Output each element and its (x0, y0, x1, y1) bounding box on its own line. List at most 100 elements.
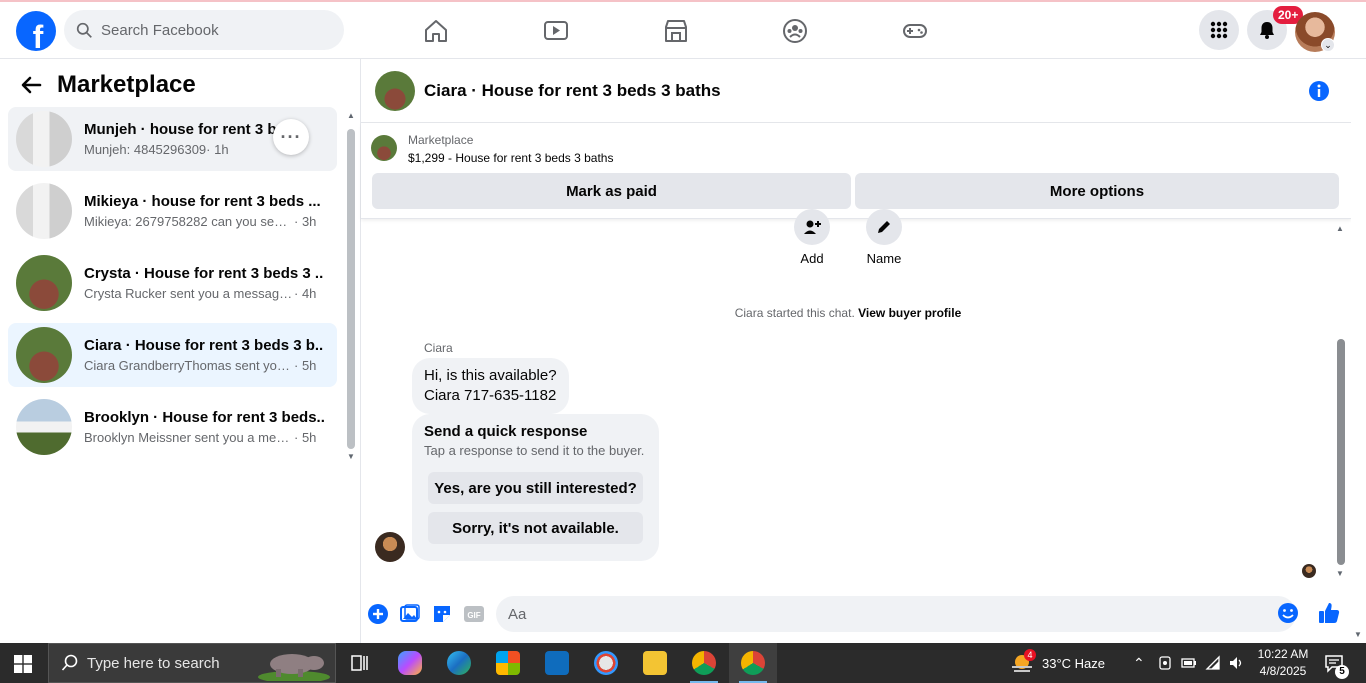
conversation-item-brooklyn[interactable]: Brooklyn · House for rent 3 beds... Broo… (8, 395, 337, 459)
notification-count-badge: 5 (1335, 665, 1349, 679)
home-icon[interactable] (419, 14, 453, 48)
outlook-app[interactable] (533, 643, 581, 683)
conversation-time: · 5h (294, 358, 317, 373)
more-options-button[interactable]: More options (855, 173, 1339, 209)
message-input[interactable] (496, 596, 1296, 632)
back-arrow-icon[interactable] (20, 74, 42, 96)
hippo-illustration-icon (258, 654, 330, 681)
chrome-app[interactable] (680, 643, 728, 683)
scroll-up-arrow[interactable]: ▲ (347, 111, 355, 120)
listing-price-title[interactable]: $1,299 - House for rent 3 beds 3 baths (408, 151, 613, 165)
task-view-icon (351, 655, 368, 671)
listing-category: Marketplace (408, 133, 474, 147)
groups-icon[interactable] (778, 14, 812, 48)
listing-thumbnail (16, 255, 72, 311)
photo-icon[interactable] (399, 603, 421, 625)
listing-thumbnail (16, 111, 72, 167)
top-navigation-bar: f Search Facebook 20+ ⌄ (0, 0, 1366, 59)
page-scrollbar[interactable] (1351, 59, 1366, 643)
listing-thumbnail[interactable] (371, 135, 397, 161)
conversation-title: Ciara · House for rent 3 beds 3 b... (84, 337, 324, 354)
task-view-button[interactable] (336, 643, 384, 683)
plus-circle-icon[interactable] (367, 603, 389, 625)
emoji-icon[interactable] (1277, 602, 1299, 624)
edge-app[interactable] (435, 643, 483, 683)
chevron-up-icon[interactable]: ⌃ (1133, 643, 1145, 683)
search-icon (61, 654, 78, 671)
add-person-icon (804, 220, 821, 234)
name-label: Name (866, 251, 902, 266)
copilot-app[interactable] (386, 643, 434, 683)
gif-icon[interactable]: GIF (463, 603, 485, 625)
video-icon[interactable] (539, 14, 573, 48)
search-icon (76, 22, 92, 38)
chrome-icon (741, 651, 765, 675)
chat-header: Ciara · House for rent 3 beds 3 baths (361, 59, 1351, 123)
conversation-title: Mikieya · house for rent 3 beds ... (84, 193, 321, 210)
conversation-preview: Mikieya: 2679758282 can you send ... (84, 214, 294, 229)
conversation-item-ciara[interactable]: Ciara · House for rent 3 beds 3 b... Cia… (8, 323, 337, 387)
conversation-item-mikieya[interactable]: Mikieya · house for rent 3 beds ... Miki… (8, 179, 337, 243)
scroll-up-arrow[interactable]: ▲ (1336, 224, 1344, 233)
chrome-profile-app[interactable] (729, 643, 777, 683)
menu-grid-button[interactable] (1199, 10, 1239, 50)
sender-avatar[interactable] (375, 532, 405, 562)
mark-as-paid-button[interactable]: Mark as paid (372, 173, 851, 209)
chrome-icon (692, 651, 716, 675)
conversation-item-munjeh[interactable]: Munjeh · house for rent 3 be Munjeh: 484… (8, 107, 337, 171)
clock-date: 4/8/2025 (1259, 664, 1307, 678)
name-action[interactable]: Name (854, 209, 914, 266)
chat-scrollbar[interactable] (1337, 339, 1345, 565)
menu-grid-icon (1210, 21, 1228, 39)
conversation-time: · 3h (294, 214, 317, 229)
search-bar[interactable]: Search Facebook (64, 10, 344, 50)
chat-started-notice: Ciara started this chat. View buyer prof… (361, 306, 1335, 320)
gaming-icon[interactable] (898, 14, 932, 48)
chevron-down-icon[interactable]: ⌄ (1321, 38, 1335, 52)
listing-thumbnail (16, 399, 72, 455)
sticker-icon[interactable] (431, 603, 453, 625)
chat-title[interactable]: Ciara · House for rent 3 beds 3 baths (424, 81, 721, 101)
paint-app[interactable] (582, 643, 630, 683)
quick-response-no-button[interactable]: Sorry, it's not available. (428, 512, 643, 544)
clock-time: 10:22 AM (1257, 647, 1309, 661)
windows-start-icon[interactable] (14, 655, 32, 673)
weather-text[interactable]: 33°C Haze (1042, 643, 1105, 683)
conversation-title: Brooklyn · House for rent 3 beds... (84, 409, 324, 426)
conversation-item-crysta[interactable]: Crysta · House for rent 3 beds 3 ... Cry… (8, 251, 337, 315)
volume-icon[interactable] (1228, 655, 1244, 671)
marketplace-icon[interactable] (659, 14, 693, 48)
message-line: Hi, is this available? (424, 367, 557, 384)
taskbar-clock[interactable]: 10:22 AM 4/8/2025 (1255, 646, 1311, 680)
quick-response-yes-button[interactable]: Yes, are you still interested? (428, 472, 643, 504)
store-icon (496, 651, 520, 675)
message-bubble[interactable]: Hi, is this available? Ciara 717-635-118… (412, 358, 569, 414)
scroll-down-arrow[interactable]: ▼ (1354, 630, 1362, 639)
add-action[interactable]: Add (782, 209, 842, 266)
store-app[interactable] (484, 643, 532, 683)
meet-now-icon[interactable] (1157, 655, 1173, 671)
outlook-icon (545, 651, 569, 675)
quick-response-title: Send a quick response (424, 423, 588, 440)
copilot-icon (398, 651, 422, 675)
facebook-logo[interactable]: f (16, 11, 56, 51)
view-buyer-profile-link[interactable]: View buyer profile (858, 306, 961, 320)
battery-icon[interactable] (1181, 655, 1197, 671)
bell-icon (1260, 22, 1274, 39)
chat-avatar[interactable] (375, 70, 415, 111)
conversation-time: · 5h (294, 430, 317, 445)
scroll-down-arrow[interactable]: ▼ (1336, 569, 1344, 578)
sender-name: Ciara (424, 341, 453, 355)
edge-icon (447, 651, 471, 675)
wifi-icon[interactable] (1205, 655, 1221, 671)
thumbs-up-icon[interactable] (1317, 601, 1341, 625)
info-icon[interactable] (1307, 79, 1331, 103)
more-options-icon[interactable]: ··· (273, 119, 309, 155)
scroll-down-arrow[interactable]: ▼ (347, 452, 355, 461)
quick-response-subtitle: Tap a response to send it to the buyer. (424, 443, 645, 458)
file-explorer-app[interactable] (631, 643, 679, 683)
page-title: Marketplace (57, 71, 196, 98)
paint-palette-icon (594, 651, 618, 675)
sidebar-scrollbar[interactable] (347, 129, 355, 449)
windows-taskbar: Type here to search 4 33°C Haze ⌃ 10:22 … (0, 643, 1366, 683)
